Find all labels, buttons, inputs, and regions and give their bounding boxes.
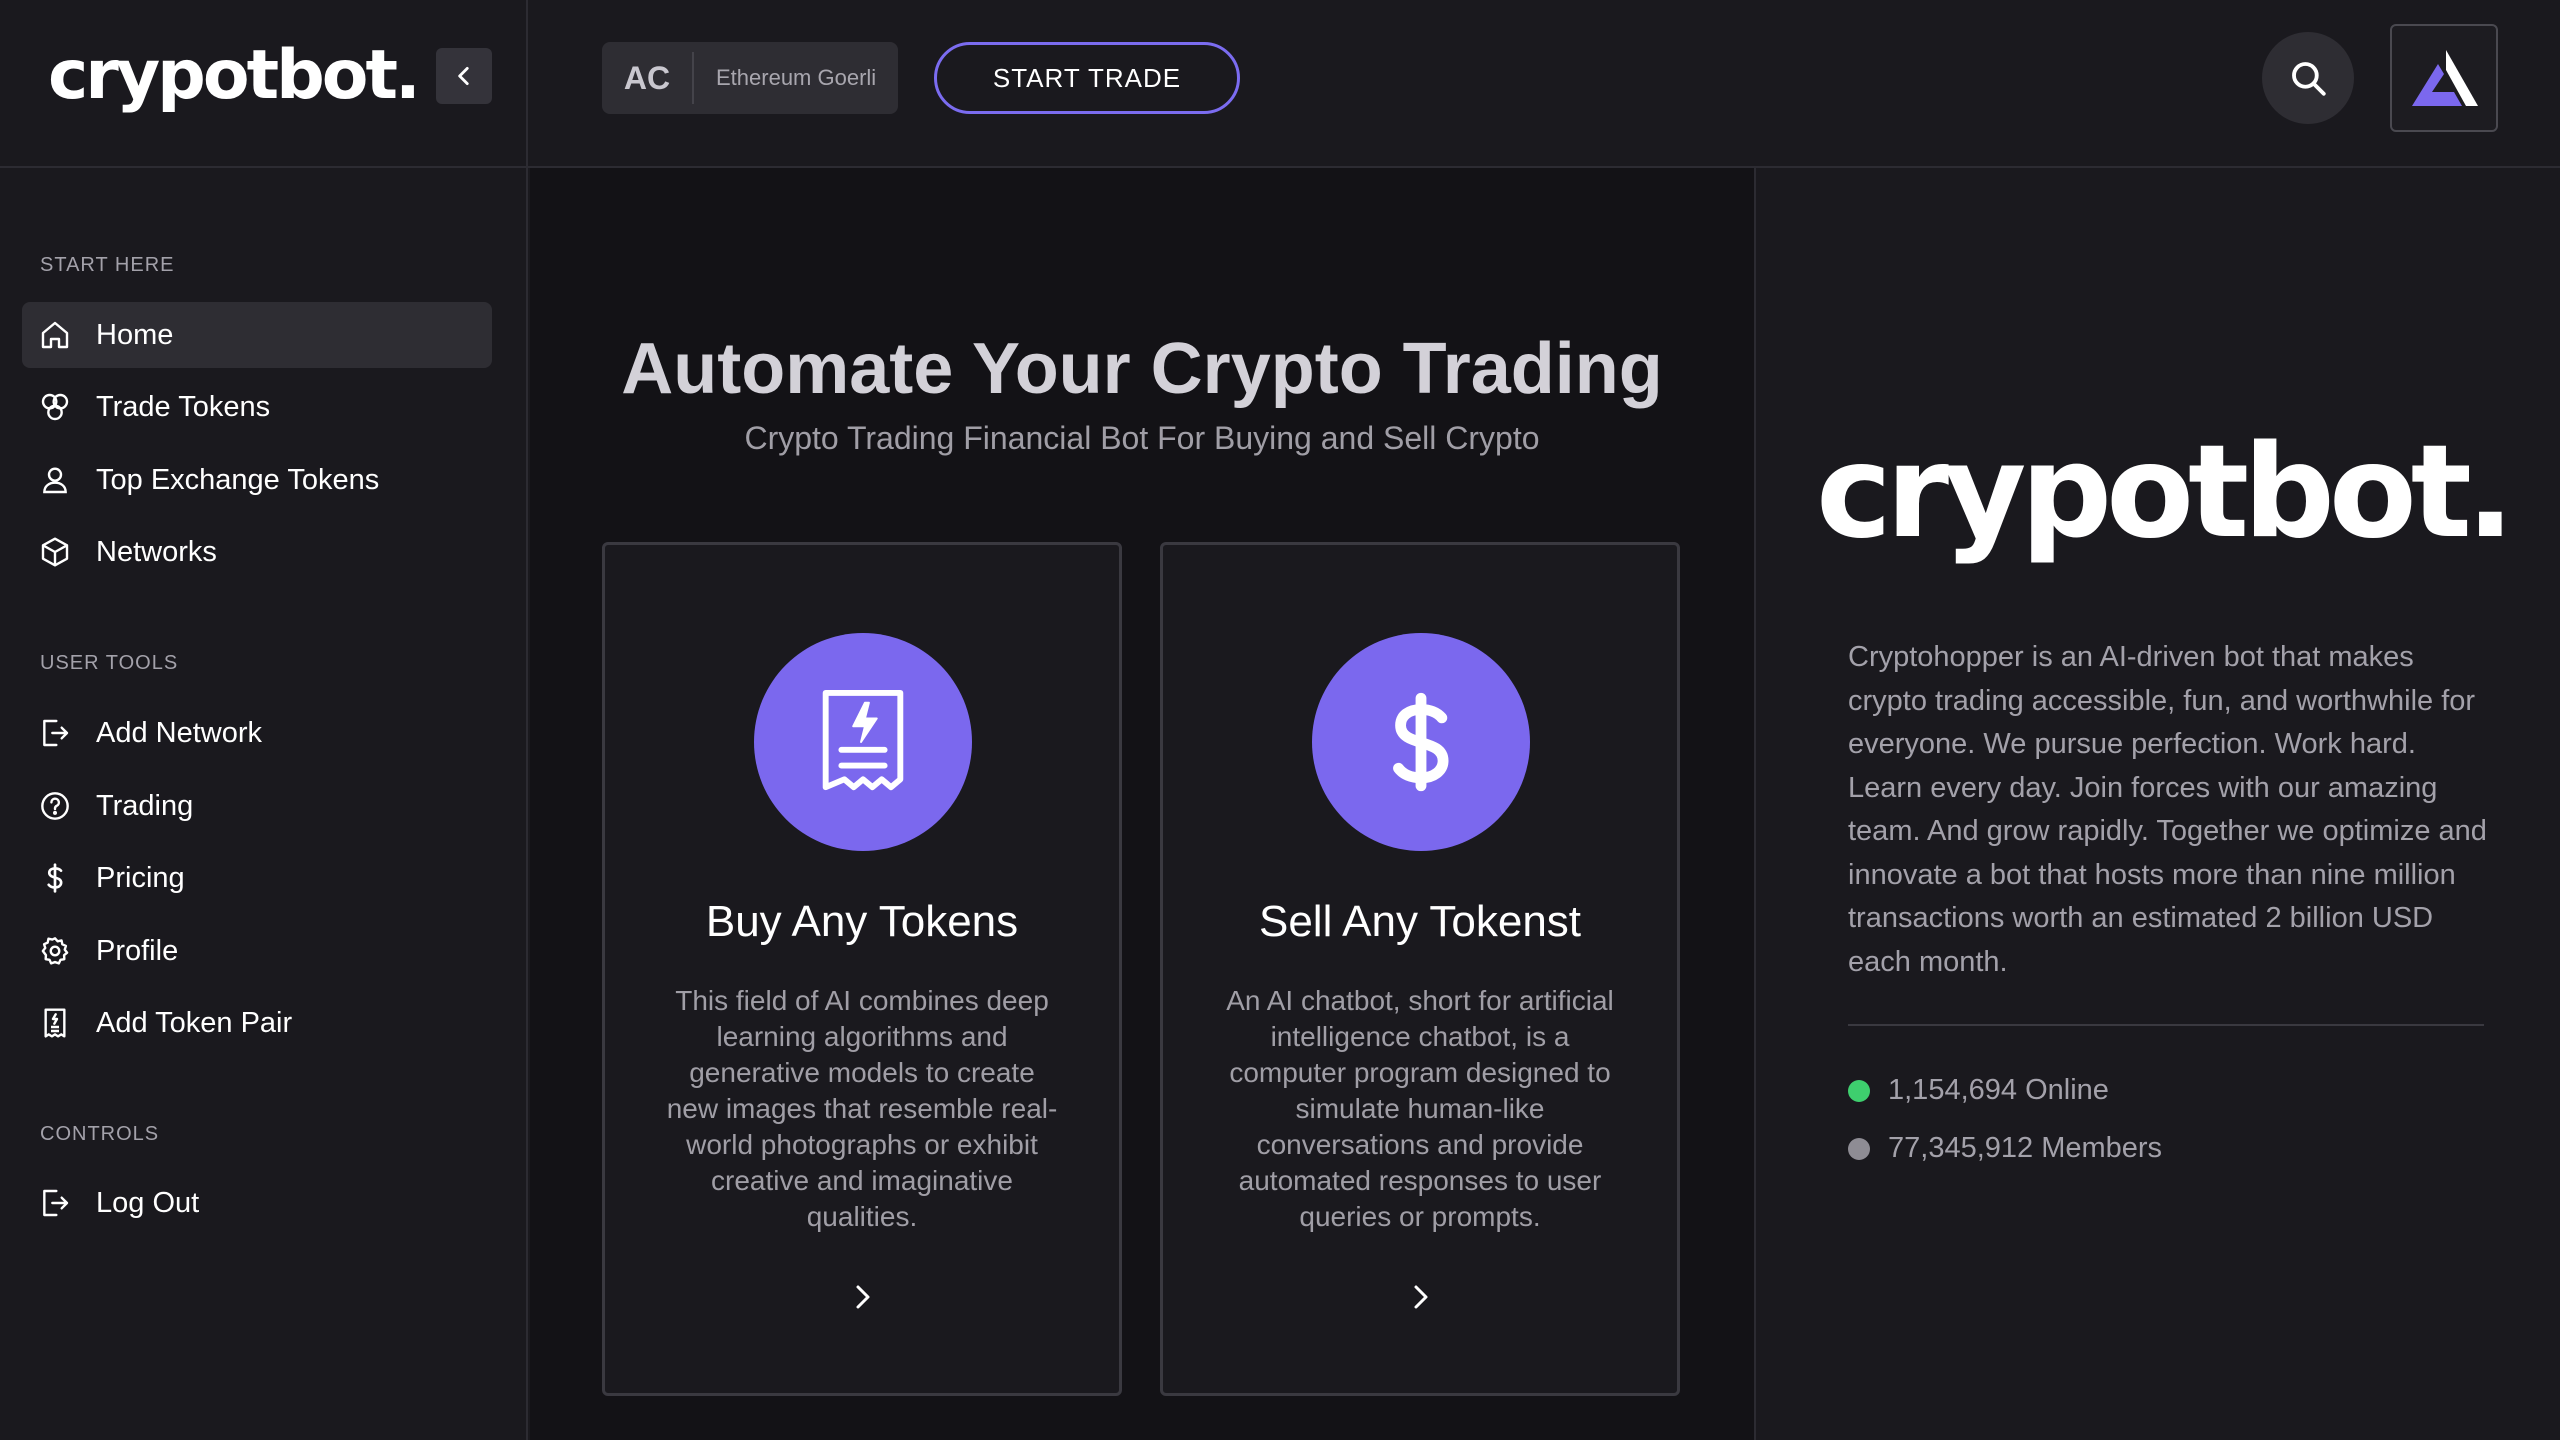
card-icon-circle xyxy=(754,633,972,851)
search-button[interactable] xyxy=(2262,32,2354,124)
network-abbr: AC xyxy=(602,52,694,104)
sidebar-item-label: Trade Tokens xyxy=(96,390,271,423)
section-label-user-tools: USER TOOLS xyxy=(40,652,179,674)
sidebar-item-trading[interactable]: Trading xyxy=(22,773,492,839)
top-bar: crypotbot. AC Ethereum Goerli START TRAD… xyxy=(0,0,2560,168)
sidebar-item-log-out[interactable]: Log Out xyxy=(22,1170,492,1236)
card-title: Buy Any Tokens xyxy=(705,897,1019,946)
members-status-dot xyxy=(1848,1137,1870,1160)
coins-icon xyxy=(38,390,72,424)
receipt-bolt-icon xyxy=(822,689,904,791)
page-title: Automate Your Crypto Trading xyxy=(621,329,1663,409)
sidebar-item-top-exchange-tokens[interactable]: Top Exchange Tokens xyxy=(22,447,492,513)
sidebar-item-label: Profile xyxy=(96,934,179,967)
gear-icon xyxy=(38,934,72,968)
sell-tokens-card[interactable]: Sell Any Tokenst An AI chatbot, short fo… xyxy=(1160,542,1680,1396)
sidebar-item-label: Log Out xyxy=(96,1186,200,1219)
members-count: 77,345,912 Members xyxy=(1888,1132,2163,1164)
sidebar-item-label: Networks xyxy=(96,535,217,568)
start-trade-button[interactable]: START TRADE xyxy=(934,42,1240,114)
card-description: This field of AI combines deep learning … xyxy=(666,985,1058,1232)
sidebar-item-networks[interactable]: Networks xyxy=(22,519,492,585)
online-count: 1,154,694 Online xyxy=(1888,1074,2109,1106)
dollar-icon xyxy=(1393,692,1449,792)
online-status-dot xyxy=(1848,1079,1870,1102)
card-title: Sell Any Tokenst xyxy=(1258,897,1582,946)
search-icon xyxy=(2292,62,2326,96)
sidebar-item-label: Add Token Pair xyxy=(96,1006,293,1039)
home-icon xyxy=(38,318,72,352)
brand-logo[interactable]: crypotbot. xyxy=(48,28,421,124)
logout-icon xyxy=(38,1186,72,1220)
section-label-start-here: START HERE xyxy=(40,254,175,276)
user-icon xyxy=(38,463,72,497)
main-content: Automate Your Crypto Trading Crypto Trad… xyxy=(530,168,1754,1440)
avatar-logo-icon xyxy=(2412,50,2478,106)
dollar-icon xyxy=(38,861,72,895)
members-stat: 77,345,912 Members xyxy=(1848,1132,2162,1165)
sidebar-item-label: Pricing xyxy=(96,861,185,894)
sidebar-item-label: Trading xyxy=(96,789,194,822)
online-stat: 1,154,694 Online xyxy=(1848,1074,2109,1107)
sidebar: START HERE Home Trade Tokens Top Exchang… xyxy=(0,168,528,1440)
help-circle-icon xyxy=(38,789,72,823)
sidebar-item-profile[interactable]: Profile xyxy=(22,918,492,984)
sidebar-item-add-token-pair[interactable]: Add Token Pair xyxy=(22,990,492,1056)
sidebar-item-label: Add Network xyxy=(96,716,263,749)
sidebar-item-label: Top Exchange Tokens xyxy=(96,463,380,496)
receipt-icon xyxy=(38,1006,72,1040)
page-subtitle: Crypto Trading Financial Bot For Buying … xyxy=(744,420,1540,456)
chevron-right-icon xyxy=(1414,1285,1428,1309)
info-panel: crypotbot. Cryptohopper is an AI-driven … xyxy=(1754,168,2560,1440)
chevron-right-icon xyxy=(856,1285,870,1309)
card-icon-circle xyxy=(1312,633,1530,851)
network-name: Ethereum Goerli xyxy=(716,65,877,90)
panel-brand-logo: crypotbot. xyxy=(1816,418,2515,567)
app-root: crypotbot. AC Ethereum Goerli START TRAD… xyxy=(0,0,2560,1440)
card-link-button[interactable] xyxy=(1397,1273,1445,1321)
card-description: An AI chatbot, short for artificial inte… xyxy=(1226,985,1614,1232)
network-selector[interactable]: AC Ethereum Goerli xyxy=(602,42,898,114)
card-link-button[interactable] xyxy=(839,1273,887,1321)
divider xyxy=(1848,1024,2484,1026)
chevron-left-icon xyxy=(458,67,469,85)
brand-area: crypotbot. xyxy=(0,0,528,166)
sidebar-item-pricing[interactable]: Pricing xyxy=(22,845,492,911)
section-label-controls: CONTROLS xyxy=(40,1123,160,1145)
sidebar-item-trade-tokens[interactable]: Trade Tokens xyxy=(22,374,492,440)
cube-icon xyxy=(38,535,72,569)
about-text: Cryptohopper is an AI-driven bot that ma… xyxy=(1848,641,2487,978)
sidebar-item-home[interactable]: Home xyxy=(22,302,492,368)
log-in-icon xyxy=(38,716,72,750)
sidebar-item-label: Home xyxy=(96,318,174,351)
sidebar-item-add-network[interactable]: Add Network xyxy=(22,700,492,766)
collapse-sidebar-button[interactable] xyxy=(436,48,492,104)
avatar[interactable] xyxy=(2390,24,2498,132)
buy-tokens-card[interactable]: Buy Any Tokens This field of AI combines… xyxy=(602,542,1122,1396)
